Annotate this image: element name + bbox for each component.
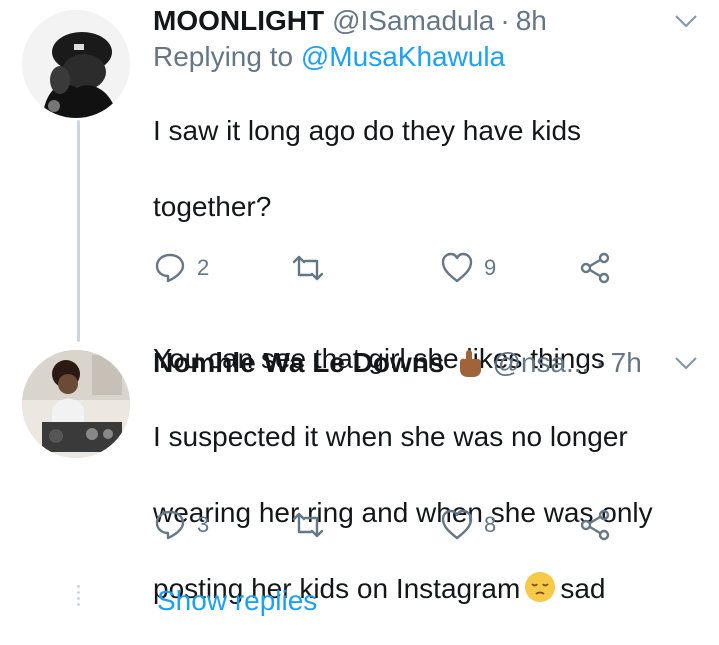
reply-button[interactable]: 3: [153, 508, 209, 542]
heart-icon: [441, 252, 473, 283]
user-handle[interactable]: @nsa...: [492, 346, 589, 380]
tweet-text-line: wearing her ring and when she was only: [153, 497, 653, 528]
separator-dot: ·: [500, 5, 510, 36]
like-count: 8: [484, 512, 497, 537]
reply-count: 3: [197, 512, 210, 537]
share-button[interactable]: [578, 508, 612, 542]
reply-button[interactable]: 2: [153, 251, 209, 285]
tweet-text-line: together?: [153, 191, 272, 222]
avatar[interactable]: [22, 350, 130, 458]
avatar[interactable]: [22, 10, 130, 118]
pointing-down-hand-icon: [460, 350, 482, 377]
share-icon: [580, 252, 610, 284]
show-replies-link[interactable]: Show replies: [157, 585, 317, 617]
like-button[interactable]: 8: [440, 508, 496, 542]
mention-link[interactable]: @MusaKhawula: [301, 41, 505, 72]
tweet-text-line: I saw it long ago do they have kids: [153, 115, 582, 146]
like-count: 9: [484, 255, 497, 280]
thread-more-dots: [77, 585, 80, 609]
chevron-down-icon[interactable]: [673, 12, 699, 30]
display-name[interactable]: MOONLIGHT: [153, 4, 324, 38]
timestamp[interactable]: 8h: [516, 4, 547, 38]
thread-connector-line: [77, 120, 80, 342]
retweet-button[interactable]: [291, 508, 325, 542]
share-button[interactable]: [578, 251, 612, 285]
like-button[interactable]: 9: [440, 251, 496, 285]
user-handle[interactable]: @ISamadula: [332, 4, 494, 38]
tweet-text-line: I suspected it when she was no longer: [153, 421, 628, 452]
pensive-face-emoji-icon: [525, 572, 556, 602]
tweet-text-fragment: sad: [560, 573, 606, 604]
retweet-icon: [292, 255, 324, 281]
replying-to-label: Replying to: [153, 41, 294, 72]
chevron-down-icon[interactable]: [673, 354, 699, 372]
heart-icon: [441, 509, 473, 540]
timestamp[interactable]: 7h: [611, 346, 642, 380]
separator-dot: ·: [595, 347, 605, 378]
replying-to: Replying to @MusaKhawula: [153, 40, 699, 74]
display-name[interactable]: Nomhle Wa Le Downs: [153, 346, 444, 380]
reply-count: 2: [197, 255, 210, 280]
retweet-button[interactable]: [291, 251, 325, 285]
reply-icon: [155, 253, 185, 283]
reply-icon: [155, 510, 185, 540]
share-icon: [580, 509, 610, 541]
retweet-icon: [292, 512, 324, 538]
